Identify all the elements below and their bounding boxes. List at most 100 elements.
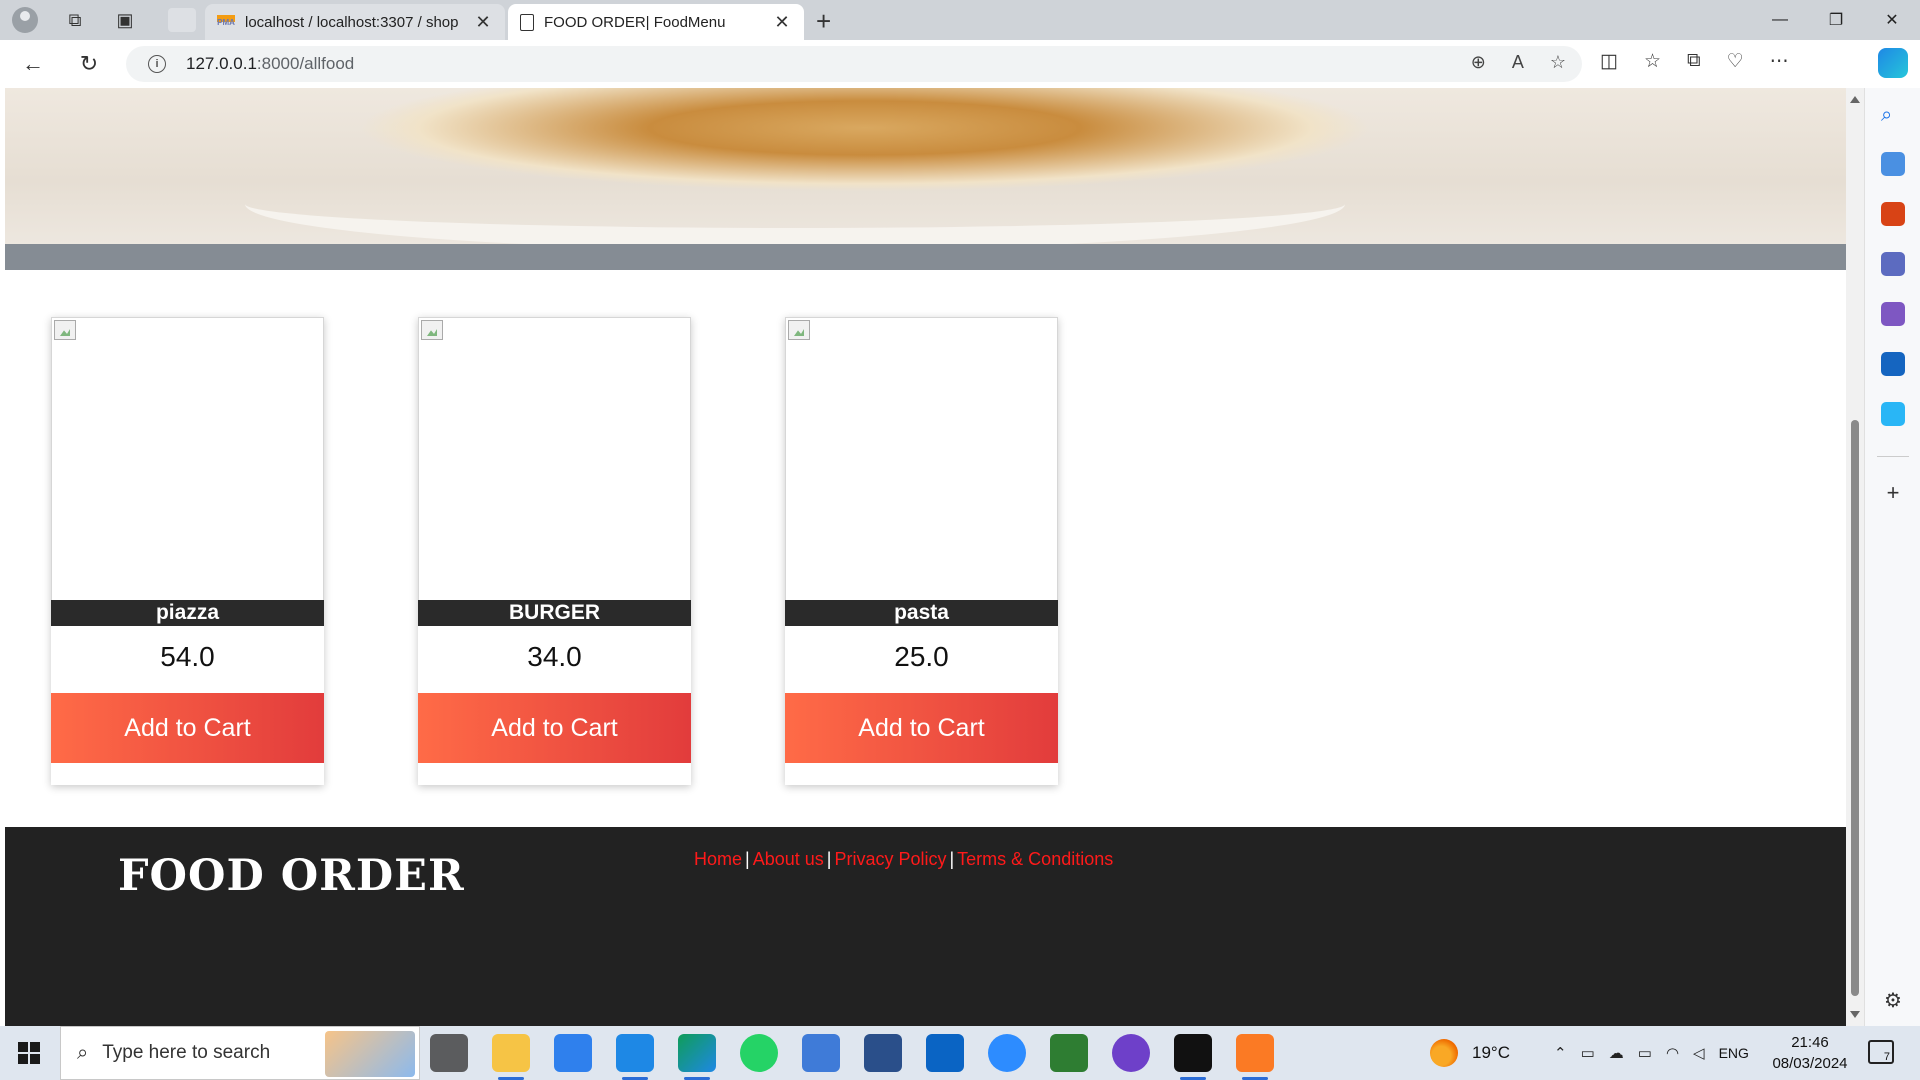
workspaces-icon[interactable]: ⧉	[60, 6, 90, 34]
sidebar-office-icon[interactable]	[1881, 302, 1905, 326]
xampp-icon[interactable]	[1236, 1034, 1274, 1080]
window-controls: — ❐ ✕	[1752, 0, 1920, 40]
site-info-icon[interactable]: i	[148, 55, 166, 73]
profile-icon	[12, 7, 38, 33]
footer-link-home[interactable]: Home	[694, 849, 742, 869]
mysql-workbench-icon[interactable]	[864, 1034, 902, 1072]
url-field[interactable]: i 127.0.0.1:8000/allfood ⊕ A ☆	[126, 46, 1582, 82]
food-price: 54.0	[160, 641, 215, 672]
python-icon[interactable]	[802, 1034, 840, 1072]
collections-icon[interactable]: ⧉	[1687, 50, 1701, 73]
footer-link-about[interactable]: About us	[753, 849, 824, 869]
close-tab-icon[interactable]: ✕	[772, 12, 792, 33]
read-aloud-icon[interactable]: A	[1512, 52, 1524, 73]
new-tab-button[interactable]: +	[816, 6, 831, 37]
edge-sidebar: ⌕ + ⚙	[1864, 88, 1920, 1026]
edge-icon[interactable]	[678, 1034, 716, 1080]
copilot-icon[interactable]	[1878, 48, 1908, 78]
tab-title: localhost / localhost:3307 / shop	[245, 13, 459, 31]
notifications-icon[interactable]: 7	[1868, 1040, 1894, 1064]
wifi-icon[interactable]: ◠	[1666, 1044, 1679, 1062]
sidebar-send-icon[interactable]	[1881, 402, 1905, 426]
windows-start-icon[interactable]	[18, 1042, 40, 1064]
page-scrollbar[interactable]	[1846, 88, 1864, 1026]
scroll-thumb[interactable]	[1851, 420, 1859, 996]
food-image	[418, 317, 691, 600]
scroll-up-arrow-icon[interactable]	[1850, 96, 1860, 103]
sidebar-tools-icon[interactable]	[1881, 202, 1905, 226]
sidebar-search-icon[interactable]: ⌕	[1881, 104, 1905, 128]
tabbar-left-icons: ⧉ ▣	[10, 6, 140, 34]
page-viewport: piazza 54.0 Add to Cart BURGER 34.0 Add …	[5, 88, 1846, 1026]
footer-links: Home | About us | Privacy Policy | Terms & Con…	[694, 849, 1113, 870]
browser-toolbar-right: ◫ ☆ ⧉ ♡ ⋯	[1600, 50, 1789, 73]
battery-icon[interactable]: ▭	[1638, 1044, 1652, 1062]
url-path: :8000/allfood	[256, 54, 355, 73]
mail-icon[interactable]	[554, 1034, 592, 1072]
back-button[interactable]: ←	[18, 50, 48, 78]
footer-link-terms[interactable]: Terms & Conditions	[957, 849, 1113, 869]
more-menu-icon[interactable]: ⋯	[1770, 50, 1789, 73]
pinned-tab[interactable]	[168, 8, 196, 32]
sidebar-outlook-icon[interactable]	[1881, 352, 1905, 376]
github-icon[interactable]	[1112, 1034, 1150, 1072]
language-indicator[interactable]: ENG	[1719, 1045, 1749, 1061]
split-screen-icon[interactable]: ◫	[1600, 50, 1618, 73]
favorites-icon[interactable]: ☆	[1644, 50, 1661, 73]
favorite-star-icon[interactable]: ☆	[1550, 52, 1566, 73]
sidebar-games-icon[interactable]	[1881, 252, 1905, 276]
task-view-icon[interactable]	[430, 1034, 468, 1072]
food-price: 34.0	[527, 641, 582, 672]
terminal-icon[interactable]	[1174, 1034, 1212, 1080]
taskbar-apps	[430, 1034, 1274, 1080]
onedrive-icon[interactable]: ☁	[1609, 1044, 1624, 1062]
temperature[interactable]: 19°C	[1472, 1043, 1510, 1063]
address-toolbar: ← ↻ i 127.0.0.1:8000/allfood ⊕ A ☆ ◫ ☆ ⧉…	[0, 40, 1920, 88]
tab-foodmenu[interactable]: FOOD ORDER| FoodMenu ✕	[508, 4, 804, 40]
add-to-cart-button[interactable]: Add to Cart	[418, 693, 691, 763]
link-separator: |	[745, 849, 750, 869]
sheets-icon[interactable]	[1050, 1034, 1088, 1072]
food-name: pasta	[785, 600, 1058, 626]
sidebar-add-icon[interactable]: +	[1881, 480, 1905, 505]
zoom-icon[interactable]	[988, 1034, 1026, 1072]
broken-image-icon	[788, 320, 810, 340]
footer-link-privacy[interactable]: Privacy Policy	[834, 849, 946, 869]
banner-divider	[5, 244, 1846, 270]
file-explorer-icon[interactable]	[492, 1034, 530, 1080]
link-separator: |	[826, 849, 832, 869]
volume-icon[interactable]: ◁	[1693, 1044, 1705, 1062]
add-to-cart-button[interactable]: Add to Cart	[51, 693, 324, 763]
browser-essentials-icon[interactable]: ♡	[1727, 50, 1744, 73]
tab-phpmyadmin[interactable]: PMA localhost / localhost:3307 / shop ✕	[205, 4, 505, 40]
tab-title: FOOD ORDER| FoodMenu	[544, 13, 726, 31]
minimize-button[interactable]: —	[1752, 0, 1808, 40]
close-window-button[interactable]: ✕	[1864, 0, 1920, 40]
food-name: piazza	[51, 600, 324, 626]
vscode-icon[interactable]	[616, 1034, 654, 1080]
zoom-icon[interactable]: ⊕	[1471, 52, 1486, 73]
meet-icon[interactable]: ▭	[1581, 1044, 1595, 1062]
profile-button[interactable]	[10, 6, 40, 34]
vertical-tabs-icon[interactable]: ▣	[110, 6, 140, 34]
show-hidden-icons-icon[interactable]: ⌃	[1554, 1044, 1567, 1062]
whatsapp-icon[interactable]	[740, 1034, 778, 1072]
weather-icon[interactable]	[1430, 1039, 1458, 1067]
food-card: pasta 25.0 Add to Cart	[785, 317, 1058, 785]
outlook-icon[interactable]	[926, 1034, 964, 1072]
windows-taskbar: ⌕ Type here to search 19°C ⌃ ▭ ☁ ▭ ◠ ◁ E…	[0, 1026, 1920, 1080]
food-name: BURGER	[418, 600, 691, 626]
clock[interactable]: 21:46 08/03/2024	[1760, 1032, 1860, 1074]
search-icon: ⌕	[77, 1041, 89, 1064]
refresh-button[interactable]: ↻	[74, 50, 104, 78]
taskbar-search[interactable]: ⌕ Type here to search	[60, 1026, 420, 1080]
close-tab-icon[interactable]: ✕	[473, 12, 493, 33]
scroll-down-arrow-icon[interactable]	[1850, 1011, 1860, 1018]
add-to-cart-button[interactable]: Add to Cart	[785, 693, 1058, 763]
sidebar-settings-icon[interactable]: ⚙	[1881, 988, 1905, 1012]
url-actions: ⊕ A ☆	[1471, 52, 1566, 73]
hero-banner-image	[5, 88, 1846, 250]
food-card: piazza 54.0 Add to Cart	[51, 317, 324, 785]
restore-button[interactable]: ❐	[1808, 0, 1864, 40]
sidebar-shopping-icon[interactable]	[1881, 152, 1905, 176]
